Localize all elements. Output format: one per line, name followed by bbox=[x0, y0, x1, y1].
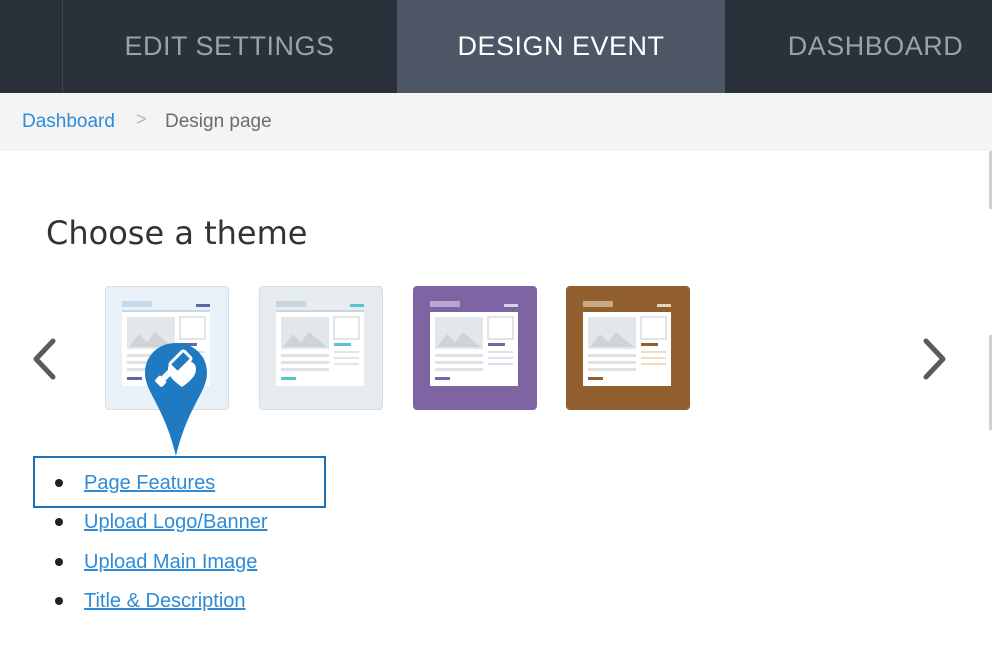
breadcrumb-current: Design page bbox=[165, 111, 272, 132]
theme-card-brown[interactable] bbox=[566, 286, 690, 410]
tab-edit-settings[interactable]: EDIT SETTINGS bbox=[62, 0, 397, 93]
chevron-right-icon[interactable] bbox=[914, 336, 954, 382]
upload-logo-banner-link[interactable]: Upload Logo/Banner bbox=[84, 511, 267, 534]
bullet bbox=[55, 557, 63, 566]
top-navigation: EDIT SETTINGS DESIGN EVENT DASHBOARD bbox=[0, 0, 992, 93]
theme-card-purple[interactable] bbox=[413, 286, 537, 410]
paint-brush-pin-icon bbox=[142, 340, 210, 458]
chevron-left-icon[interactable] bbox=[26, 336, 66, 382]
breadcrumb: Dashboard > Design page bbox=[0, 93, 992, 151]
bullet bbox=[55, 596, 63, 605]
page-title: Choose a theme bbox=[46, 214, 308, 252]
bullet bbox=[55, 518, 63, 527]
page-features-link[interactable]: Page Features bbox=[84, 472, 215, 495]
tab-dashboard[interactable]: DASHBOARD bbox=[725, 0, 992, 93]
breadcrumb-separator: > bbox=[136, 109, 147, 129]
title-description-link[interactable]: Title & Description bbox=[84, 590, 246, 613]
breadcrumb-dashboard-link[interactable]: Dashboard bbox=[22, 111, 115, 133]
bullet bbox=[55, 479, 63, 487]
upload-main-image-link[interactable]: Upload Main Image bbox=[84, 551, 257, 574]
tab-design-event[interactable]: DESIGN EVENT bbox=[397, 0, 725, 93]
nav-lead-spacer bbox=[0, 0, 63, 93]
theme-card-gray[interactable] bbox=[259, 286, 383, 410]
